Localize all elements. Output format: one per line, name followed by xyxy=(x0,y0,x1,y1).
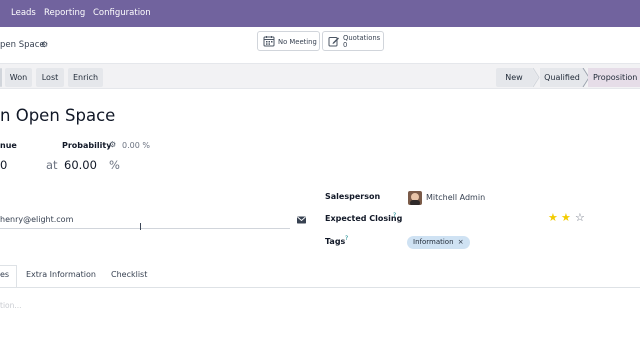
stage-divider xyxy=(532,68,540,87)
nav-leads[interactable]: Leads xyxy=(11,8,36,18)
percent-sign: % xyxy=(109,158,120,172)
status-bar: Won Lost Enrich New Qualified Propositio… xyxy=(0,63,640,89)
breadcrumb-title: pen Space xyxy=(0,40,45,50)
tag-label: Information xyxy=(413,238,454,246)
at-label: at xyxy=(46,158,58,172)
tab-extra-information[interactable]: Extra Information xyxy=(26,270,96,279)
tab-notes-label[interactable]: es xyxy=(0,270,9,279)
help-icon[interactable]: ? xyxy=(393,212,396,219)
quotations-count: 0 xyxy=(343,41,348,49)
enrich-button[interactable]: Enrich xyxy=(68,68,103,87)
lost-button[interactable]: Lost xyxy=(36,68,64,87)
stage-qualified[interactable]: Qualified xyxy=(540,68,584,87)
expected-closing-label: Expected Closing xyxy=(325,214,403,223)
tab-checklist[interactable]: Checklist xyxy=(111,270,147,279)
hidden-button-edge[interactable] xyxy=(0,68,2,87)
tabs-divider xyxy=(0,287,640,288)
stage-proposition[interactable]: Proposition xyxy=(588,68,640,87)
salesperson-value[interactable]: Mitchell Admin xyxy=(426,193,485,202)
nav-reporting[interactable]: Reporting xyxy=(44,8,85,18)
calendar-icon xyxy=(263,36,275,47)
envelope-icon[interactable] xyxy=(297,216,306,224)
salesperson-label: Salesperson xyxy=(325,192,381,201)
quotations-smart-button[interactable]: Quotations 0 xyxy=(322,31,384,51)
probability-auto: 0.00 % xyxy=(122,141,150,150)
probability-label: Probability xyxy=(62,141,112,150)
stage-new[interactable]: New xyxy=(496,68,532,87)
gear-icon[interactable]: ⚙ xyxy=(41,40,48,49)
close-icon[interactable]: × xyxy=(458,238,464,246)
priority-star-2[interactable]: ★ xyxy=(561,211,571,224)
quotations-label: Quotations xyxy=(343,34,381,42)
meeting-smart-button[interactable]: No Meeting xyxy=(257,31,320,51)
edit-icon xyxy=(328,37,339,47)
control-panel: pen Space ⚙ No Meeting Quotations 0 xyxy=(0,27,640,63)
gear-icon[interactable]: ⚙ xyxy=(109,140,116,149)
probability-field[interactable]: 60.00 xyxy=(64,158,97,172)
revenue-value[interactable]: 0 xyxy=(0,158,7,172)
lead-title[interactable]: n Open Space xyxy=(0,106,115,125)
meeting-label: No Meeting xyxy=(278,38,317,46)
priority-star-3[interactable]: ☆ xyxy=(575,211,585,224)
won-button[interactable]: Won xyxy=(5,68,32,87)
priority-star-1[interactable]: ★ xyxy=(548,211,558,224)
nav-configuration[interactable]: Configuration xyxy=(93,8,151,18)
notes-field[interactable]: tion... xyxy=(0,301,22,310)
tag-information: Information × xyxy=(407,236,470,249)
tags-label: Tags xyxy=(325,237,346,246)
top-navbar: Leads Reporting Configuration xyxy=(0,0,640,27)
text-cursor-icon: I xyxy=(139,222,142,233)
revenue-label: nue xyxy=(0,141,17,150)
avatar xyxy=(408,191,422,205)
help-icon[interactable]: ? xyxy=(345,235,348,242)
stage-pipeline: New Qualified Proposition xyxy=(496,68,640,87)
email-field-underline xyxy=(0,228,290,229)
email-field[interactable]: henry@elight.com xyxy=(0,215,73,224)
